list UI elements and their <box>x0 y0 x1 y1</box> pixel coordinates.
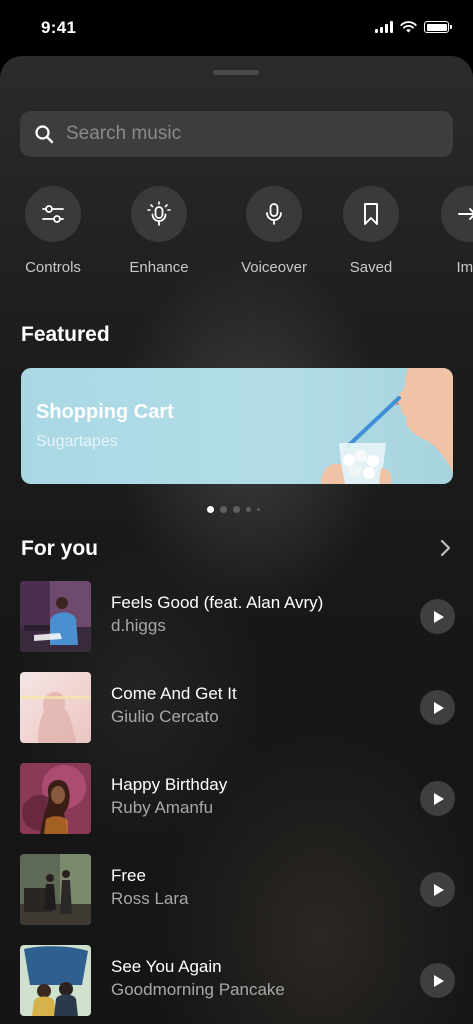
track-title: Free <box>111 866 146 885</box>
track-title: Feels Good (feat. Alan Avry) <box>111 593 324 612</box>
play-button[interactable] <box>420 781 455 816</box>
album-cover <box>20 945 91 1016</box>
play-button[interactable] <box>420 599 455 634</box>
music-sheet: Controls Enhance <box>0 56 473 1024</box>
album-cover <box>20 672 91 743</box>
import-button[interactable] <box>441 186 473 242</box>
track-artist: Goodmorning Pancake <box>111 980 285 999</box>
microphone-icon <box>266 203 282 225</box>
pager-dot[interactable] <box>257 508 260 511</box>
featured-pager <box>207 506 260 513</box>
album-cover <box>20 581 91 652</box>
play-icon <box>433 610 444 623</box>
cellular-signal-icon <box>375 21 393 33</box>
track-row[interactable]: Free Ross Lara <box>20 854 457 926</box>
wifi-icon <box>400 21 417 33</box>
featured-artwork <box>321 368 453 484</box>
track-artist: Ross Lara <box>111 889 189 908</box>
action-import[interactable]: Imp <box>424 186 473 276</box>
battery-icon <box>424 21 452 33</box>
controls-button[interactable] <box>25 186 81 242</box>
album-cover <box>20 854 91 925</box>
search-icon <box>35 125 54 144</box>
chevron-right-icon[interactable] <box>438 539 452 557</box>
for-you-title: For you <box>21 537 98 560</box>
status-time: 9:41 <box>41 18 77 37</box>
play-button[interactable] <box>420 872 455 907</box>
track-title: Come And Get It <box>111 684 237 703</box>
track-artist: Giulio Cercato <box>111 707 219 726</box>
play-icon <box>433 974 444 987</box>
pager-dot[interactable] <box>246 507 251 512</box>
quick-actions: Controls Enhance Voiceover Saved Im <box>0 186 473 286</box>
album-cover <box>20 763 91 834</box>
featured-card-title: Shopping Cart <box>36 401 174 423</box>
action-controls[interactable]: Controls <box>8 186 98 276</box>
action-label: Enhance <box>129 259 189 276</box>
featured-card[interactable]: Shopping Cart Sugartapes <box>21 368 453 484</box>
search-input[interactable] <box>66 123 426 145</box>
voiceover-button[interactable] <box>246 186 302 242</box>
pager-dot[interactable] <box>233 506 240 513</box>
action-saved[interactable]: Saved <box>326 186 416 276</box>
pager-dot-active[interactable] <box>207 506 214 513</box>
import-icon <box>458 208 473 220</box>
track-artist: Ruby Amanfu <box>111 798 214 817</box>
action-label: Voiceover <box>241 259 307 276</box>
saved-button[interactable] <box>343 186 399 242</box>
track-row[interactable]: Feels Good (feat. Alan Avry) d.higgs <box>20 581 457 653</box>
bookmark-icon <box>364 203 378 225</box>
track-title: See You Again <box>111 957 222 976</box>
track-row[interactable]: See You Again Goodmorning Pancake <box>20 945 457 1017</box>
pager-dot[interactable] <box>220 506 227 513</box>
magic-mic-icon <box>147 201 171 226</box>
action-label: Controls <box>25 259 81 276</box>
play-button[interactable] <box>420 690 455 725</box>
action-voiceover[interactable]: Voiceover <box>229 186 319 276</box>
track-row[interactable]: Happy Birthday Ruby Amanfu <box>20 763 457 835</box>
track-row[interactable]: Come And Get It Giulio Cercato <box>20 672 457 744</box>
track-title: Happy Birthday <box>111 775 228 794</box>
status-bar: 9:41 <box>0 0 473 58</box>
search-bar[interactable] <box>20 111 453 157</box>
track-artist: d.higgs <box>111 616 166 635</box>
play-icon <box>433 883 444 896</box>
sliders-icon <box>42 205 64 223</box>
sheet-grabber[interactable] <box>213 70 259 75</box>
status-icons <box>375 21 452 33</box>
enhance-button[interactable] <box>131 186 187 242</box>
action-label: Saved <box>349 259 393 276</box>
play-icon <box>433 701 444 714</box>
action-label: Imp <box>456 259 473 276</box>
play-button[interactable] <box>420 963 455 998</box>
featured-card-artist: Sugartapes <box>36 433 118 450</box>
featured-title: Featured <box>21 323 110 346</box>
action-enhance[interactable]: Enhance <box>114 186 204 276</box>
play-icon <box>433 792 444 805</box>
